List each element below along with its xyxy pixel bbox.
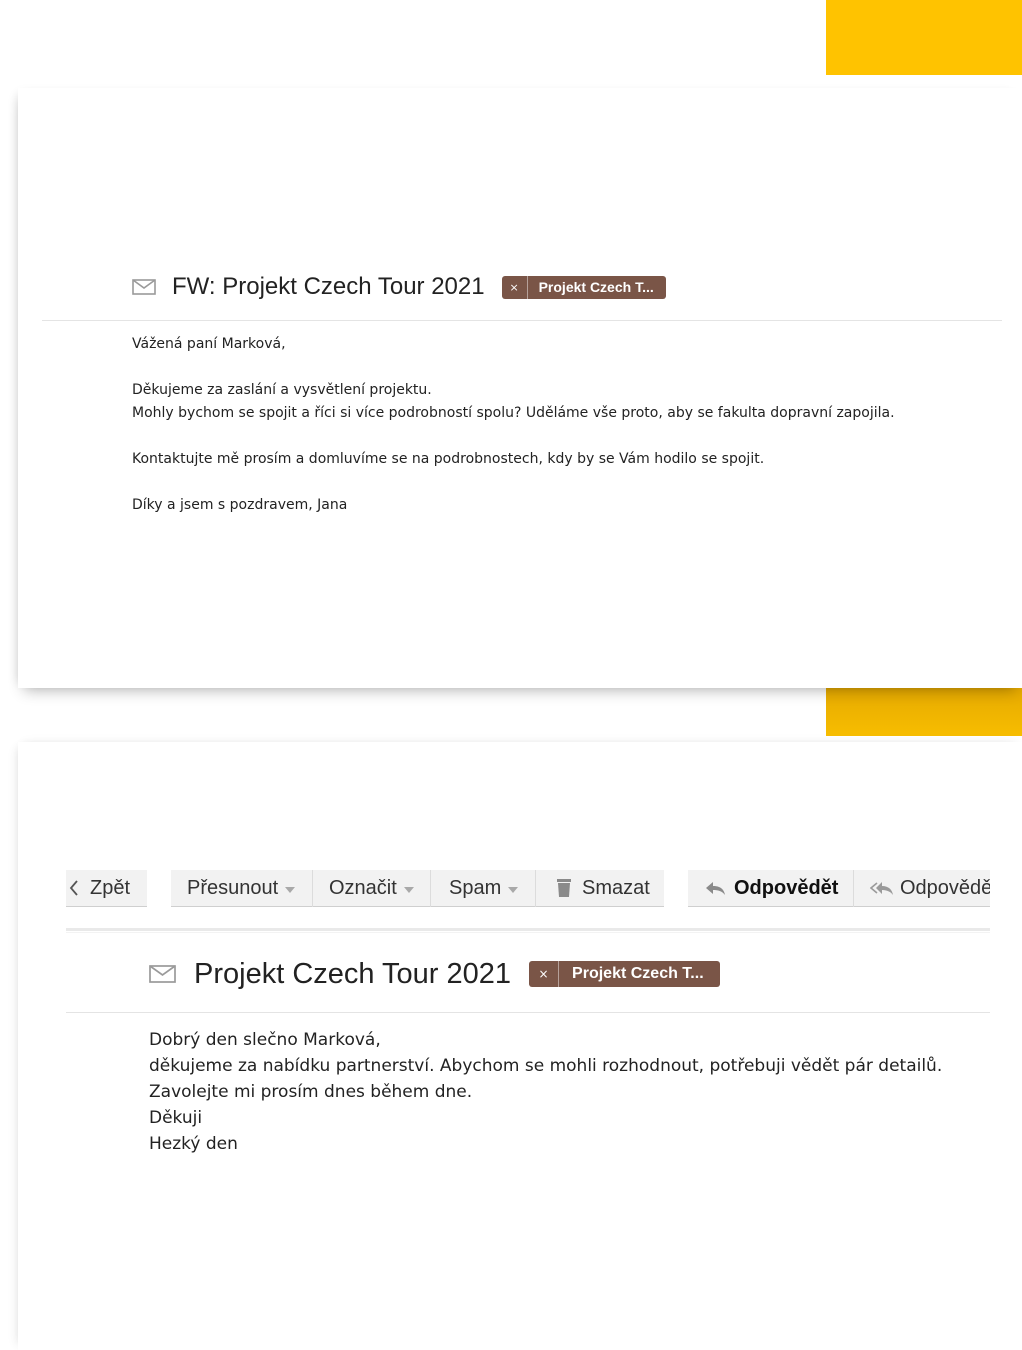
body-line: Díky a jsem s pozdravem, Jana (132, 497, 348, 513)
reply-icon (706, 882, 725, 895)
tag-label: Projekt Czech T... (538, 279, 654, 295)
toolbar-divider-light (66, 932, 990, 933)
reply-all-button[interactable]: Odpovědě (854, 870, 990, 907)
page: FW: Projekt Czech Tour 2021 × Projekt Cz… (0, 0, 1022, 1350)
email-body: Dobrý den slečno Marková, děkujeme za na… (149, 1027, 942, 1157)
email-card-original: Zpět Přesunout Označit Spam Smazat Odpov… (18, 742, 1022, 1350)
toolbar-divider (66, 928, 990, 931)
reply-all-label: Odpovědě (900, 876, 990, 899)
envelope-icon (132, 279, 156, 295)
spam-button[interactable]: Spam (431, 870, 535, 907)
email-toolbar: Zpět Přesunout Označit Spam Smazat Odpov… (66, 870, 990, 908)
trash-icon (557, 879, 571, 897)
move-label: Přesunout (187, 876, 279, 899)
body-line: Děkuji (149, 1108, 203, 1128)
email-body: Vážená paní Marková, Děkujeme za zaslání… (132, 333, 895, 517)
label-tag[interactable]: × Projekt Czech T... (529, 961, 720, 987)
move-button[interactable]: Přesunout (171, 870, 312, 907)
remove-tag-button[interactable]: × (529, 961, 560, 987)
body-line: děkujeme za nabídku partnerství. Abychom… (149, 1056, 943, 1076)
label-tag[interactable]: × Projekt Czech T... (501, 275, 666, 299)
body-line: Vážená paní Marková, (132, 336, 286, 352)
email-card-forwarded: FW: Projekt Czech Tour 2021 × Projekt Cz… (18, 88, 1022, 688)
chevron-left-icon (69, 880, 78, 896)
email-header: Projekt Czech Tour 2021 × Projekt Czech … (149, 956, 720, 992)
body-line: Děkujeme za zaslání a vysvětlení projekt… (132, 382, 432, 398)
envelope-icon (149, 965, 176, 983)
email-subject: Projekt Czech Tour 2021 (194, 957, 512, 990)
back-button[interactable]: Zpět (66, 870, 147, 907)
delete-label: Smazat (582, 876, 650, 899)
remove-tag-button[interactable]: × (502, 275, 528, 299)
email-subject: FW: Projekt Czech Tour 2021 (172, 273, 485, 300)
caret-down-icon (285, 886, 296, 893)
body-line: Dobrý den slečno Marková, (149, 1030, 381, 1050)
caret-down-icon (508, 886, 519, 893)
accent-block-middle (826, 688, 1022, 736)
mark-button[interactable]: Označit (313, 870, 430, 907)
body-line: Mohly bychom se spojit a říci si více po… (132, 405, 895, 421)
back-label: Zpět (90, 876, 131, 899)
body-line: Kontaktujte mě prosím a domluvíme se na … (132, 451, 765, 467)
reply-label: Odpovědět (734, 876, 839, 899)
header-divider (42, 320, 1002, 321)
caret-down-icon (403, 886, 414, 893)
header-divider (66, 1012, 990, 1013)
body-line: Hezký den (149, 1134, 238, 1154)
reply-all-icon (870, 882, 893, 895)
accent-block-top (826, 0, 1022, 75)
reply-button[interactable]: Odpovědět (688, 870, 853, 907)
email-header: FW: Projekt Czech Tour 2021 × Projekt Cz… (132, 272, 666, 302)
spam-label: Spam (449, 876, 502, 899)
tag-label: Projekt Czech T... (572, 965, 704, 982)
delete-button[interactable]: Smazat (536, 870, 664, 907)
mark-label: Označit (329, 876, 397, 899)
body-line: Zavolejte mi prosím dnes během dne. (149, 1082, 473, 1102)
